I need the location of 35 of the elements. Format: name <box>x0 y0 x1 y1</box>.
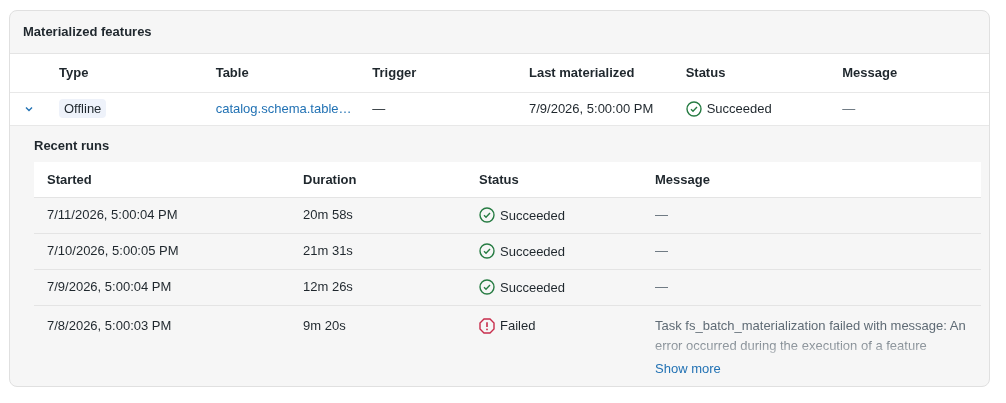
table-cell: 7/9/2026, 5:00:04 PM <box>47 279 172 295</box>
column-header: Duration <box>303 171 357 187</box>
column-header: Message <box>842 65 898 80</box>
section-title: Recent runs <box>34 136 111 155</box>
column-header: Trigger <box>372 65 417 80</box>
table-cell: — <box>655 207 668 223</box>
column-header: Message <box>655 171 710 187</box>
table-cell: 7/8/2026, 5:00:03 PM <box>47 317 172 333</box>
status-text: Failed <box>500 317 536 336</box>
table-cell: 9m 20s <box>303 317 346 333</box>
column-header: Started <box>47 171 92 187</box>
table-cell: 7/10/2026, 5:00:05 PM <box>47 243 179 259</box>
column-header: Type <box>59 65 89 80</box>
type-tag: Offline <box>59 98 107 118</box>
status-text: Succeeded <box>500 278 566 297</box>
status-text: Succeeded <box>500 206 566 225</box>
column-header: Status <box>685 65 726 80</box>
column-header: Status <box>479 171 519 187</box>
table-cell: — <box>372 100 386 116</box>
table-cell: 20m 58s <box>303 207 353 223</box>
table-link[interactable]: catalog.schema.table… <box>215 100 352 116</box>
table-cell: 7/9/2026, 5:00:00 PM <box>528 100 654 116</box>
panel-title: Materialized features <box>23 23 152 42</box>
table-cell: — <box>842 100 856 116</box>
table-cell: — <box>655 279 668 295</box>
status-text: Succeeded <box>500 242 566 261</box>
status-text: Succeeded <box>706 100 772 119</box>
table-cell: — <box>655 243 668 259</box>
column-header: Table <box>215 65 249 80</box>
show-more-link[interactable]: Show more <box>655 358 721 378</box>
table-cell: 12m 26s <box>303 279 353 295</box>
column-header: Last materialized <box>528 65 635 80</box>
table-cell: 21m 31s <box>303 243 353 259</box>
table-cell: 7/11/2026, 5:00:04 PM <box>47 207 178 223</box>
error-message: Task fs_batch_materialization failed with message: An error occurred during the execution of a feature <box>655 316 967 355</box>
